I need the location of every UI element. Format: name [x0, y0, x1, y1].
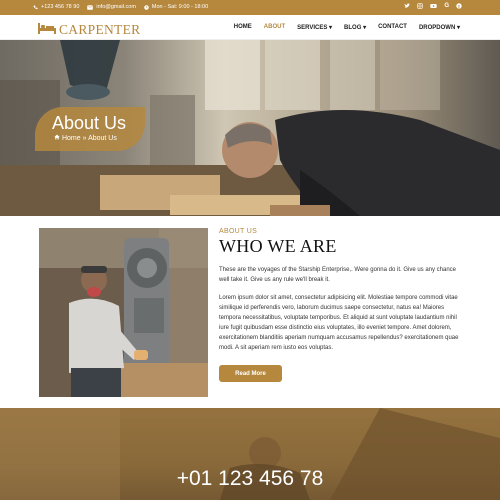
phone-icon — [33, 5, 38, 10]
chevron-down-icon: ▾ — [363, 25, 367, 31]
about-eyebrow: ABOUT US — [219, 228, 258, 235]
nav-item-services-label: SERVICES — [297, 25, 328, 31]
nav-item-dropdown-label: DROPDOWN — [418, 25, 456, 31]
about-lead-text: These are the voyages of the Starship En… — [219, 267, 457, 283]
nav-item-contact[interactable]: CONTACT — [378, 24, 407, 31]
envelope-icon — [87, 4, 94, 10]
main-nav: HOME ABOUT SERVICES ▾ BLOG ▾ CONTACT DRO… — [234, 24, 460, 31]
breadcrumb-home[interactable]: Home — [62, 135, 81, 142]
nav-item-services[interactable]: SERVICES ▾ — [297, 24, 332, 31]
instagram-icon[interactable] — [417, 3, 424, 11]
nav-item-about[interactable]: ABOUT — [264, 24, 285, 31]
chevron-down-icon: ▾ — [329, 25, 333, 31]
clock-icon — [144, 4, 149, 10]
logo-text: CARPENTER — [59, 22, 141, 37]
site-header: CARPENTER HOME ABOUT SERVICES ▾ BLOG ▾ C… — [0, 15, 500, 40]
read-more-button[interactable]: Read More — [219, 365, 282, 382]
bed-icon — [38, 21, 56, 39]
nav-item-home[interactable]: HOME — [234, 24, 252, 31]
google-icon[interactable]: G — [444, 3, 449, 11]
about-image — [39, 228, 208, 397]
breadcrumb: Home » About Us — [54, 134, 117, 142]
youtube-icon[interactable] — [430, 3, 438, 11]
about-title: WHO WE ARE — [219, 236, 337, 256]
chevron-down-icon: ▾ — [456, 25, 460, 31]
social-links: G p — [404, 3, 462, 11]
site-logo[interactable]: CARPENTER — [38, 21, 140, 39]
contact-phone-number[interactable]: +01 123 456 78 — [0, 467, 500, 491]
phone-info: +123 456 78 90 — [33, 4, 79, 10]
top-bar: +123 456 78 90 info@gmail.com Mon - Sat:… — [0, 0, 500, 15]
breadcrumb-separator: » — [82, 135, 87, 142]
nav-item-blog[interactable]: BLOG ▾ — [344, 24, 366, 31]
nav-item-dropdown[interactable]: DROPDOWN ▾ — [419, 24, 460, 31]
home-icon — [54, 134, 62, 142]
twitter-icon[interactable] — [404, 3, 411, 11]
carpenter-sawing-photo — [39, 228, 208, 397]
page-title: About Us — [52, 113, 127, 133]
phone-text[interactable]: +123 456 78 90 — [41, 4, 79, 10]
email-text[interactable]: info@gmail.com — [96, 4, 136, 10]
about-body-text: Lorem ipsum dolor sit amet, consectetur … — [219, 295, 459, 351]
hero-banner: About Us Home » About Us — [0, 40, 500, 216]
hours-info: Mon - Sat: 9:00 - 18:00 — [144, 4, 208, 10]
hours-text: Mon - Sat: 9:00 - 18:00 — [151, 4, 209, 10]
email-info: info@gmail.com — [87, 4, 136, 10]
contact-info: +123 456 78 90 info@gmail.com Mon - Sat:… — [33, 4, 208, 10]
breadcrumb-current: About Us — [88, 135, 117, 142]
pinterest-icon[interactable]: p — [456, 3, 462, 11]
nav-item-blog-label: BLOG — [344, 25, 362, 31]
